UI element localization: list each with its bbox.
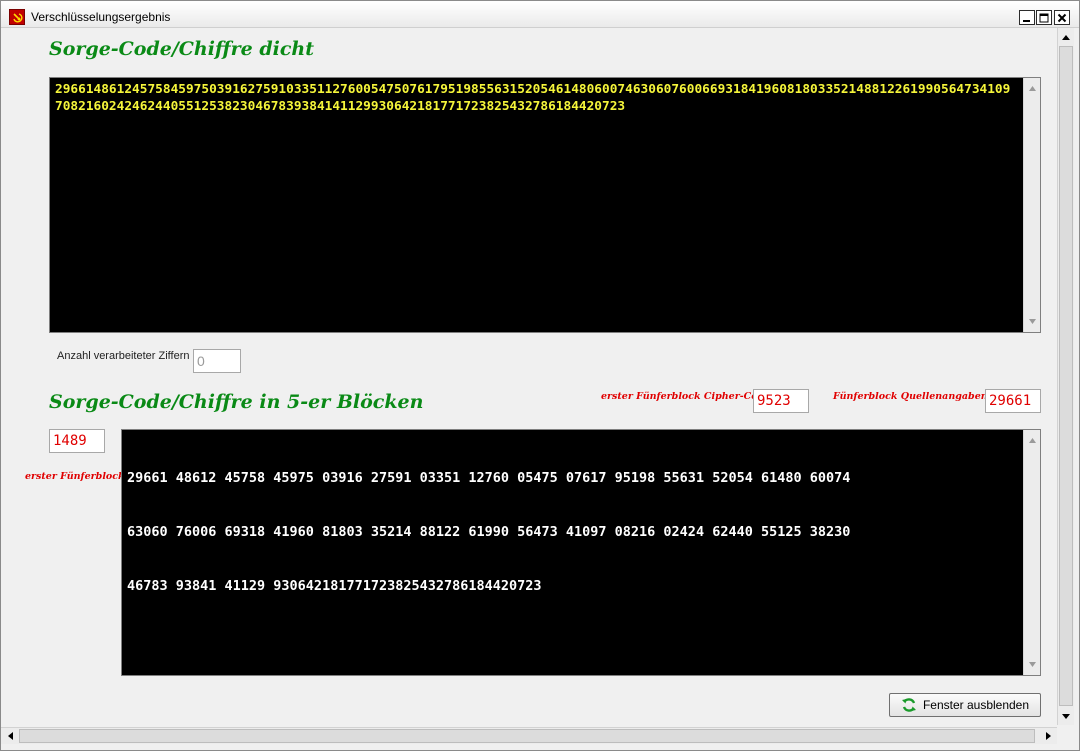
cipher-blocks-textarea[interactable]: 29661 48612 45758 45975 03916 27591 0335… — [121, 429, 1041, 676]
cipher-dense-textarea[interactable]: 2966148612457584597503916275910335112760… — [49, 77, 1041, 333]
scroll-down-arrow-icon[interactable] — [1058, 708, 1074, 724]
maximize-button[interactable] — [1036, 10, 1052, 25]
scroll-up-arrow-icon[interactable] — [1058, 29, 1074, 45]
sources-block-field[interactable]: 29661 — [985, 389, 1041, 413]
refresh-icon — [901, 698, 916, 712]
hide-window-button[interactable]: Fenster ausblenden — [889, 693, 1041, 717]
first-block-field[interactable]: 1489 — [49, 429, 105, 453]
scroll-up-arrow-icon[interactable] — [1024, 80, 1040, 97]
cipher-blocks-text: 29661 48612 45758 45975 03916 27591 0335… — [127, 433, 1017, 631]
scroll-down-arrow-icon[interactable] — [1024, 313, 1040, 330]
cipher-dense-text: 2966148612457584597503916275910335112760… — [55, 82, 1011, 114]
window-horizontal-scrollbar[interactable] — [1, 727, 1057, 744]
close-icon — [1057, 13, 1067, 22]
client-area: Sorge-Code/Chiffre dicht 296614861245758… — [9, 28, 1057, 725]
window-title: Verschlüsselungsergebnis — [31, 10, 171, 24]
scroll-left-arrow-icon[interactable] — [2, 728, 18, 744]
minimize-button[interactable] — [1019, 10, 1035, 25]
window-horizontal-scroll-thumb[interactable] — [19, 729, 1035, 743]
scroll-up-arrow-icon[interactable] — [1024, 432, 1040, 449]
cipher-block-label: erster Fünferblock Cipher-Code — [601, 391, 771, 402]
first-block-label: erster Fünferblock — [25, 471, 125, 482]
cipher-block-field[interactable]: 9523 — [753, 389, 809, 413]
cipher-blocks-scrollbar[interactable] — [1023, 430, 1040, 675]
cipher-blocks-line: 29661 48612 45758 45975 03916 27591 0335… — [127, 470, 851, 486]
cipher-dense-scrollbar[interactable] — [1023, 78, 1040, 332]
section1-heading: Sorge-Code/Chiffre dicht — [49, 38, 315, 60]
window: Verschlüsselungsergebnis Sorge-Code/Chif… — [0, 0, 1080, 751]
title-bar[interactable]: Verschlüsselungsergebnis — [1, 1, 1079, 28]
scroll-right-arrow-icon[interactable] — [1040, 728, 1056, 744]
cipher-blocks-line: 46783 93841 41129 9306421817717238254327… — [127, 578, 542, 594]
cipher-blocks-line: 63060 76006 69318 41960 81803 35214 8812… — [127, 524, 851, 540]
sources-block-label: Fünferblock Quellenangaben — [833, 391, 988, 402]
minimize-icon — [1023, 19, 1030, 22]
hammer-sickle-icon — [9, 9, 25, 25]
scroll-down-arrow-icon[interactable] — [1024, 656, 1040, 673]
window-vertical-scroll-thumb[interactable] — [1059, 46, 1073, 706]
maximize-icon — [1039, 13, 1049, 22]
window-vertical-scrollbar[interactable] — [1057, 28, 1074, 725]
section2-heading: Sorge-Code/Chiffre in 5-er Blöcken — [49, 391, 424, 413]
digit-count-label: Anzahl verarbeiteter Ziffern — [57, 350, 190, 362]
close-button[interactable] — [1054, 10, 1070, 25]
hide-window-label: Fenster ausblenden — [922, 698, 1030, 712]
digit-count-field: 0 — [193, 349, 241, 373]
